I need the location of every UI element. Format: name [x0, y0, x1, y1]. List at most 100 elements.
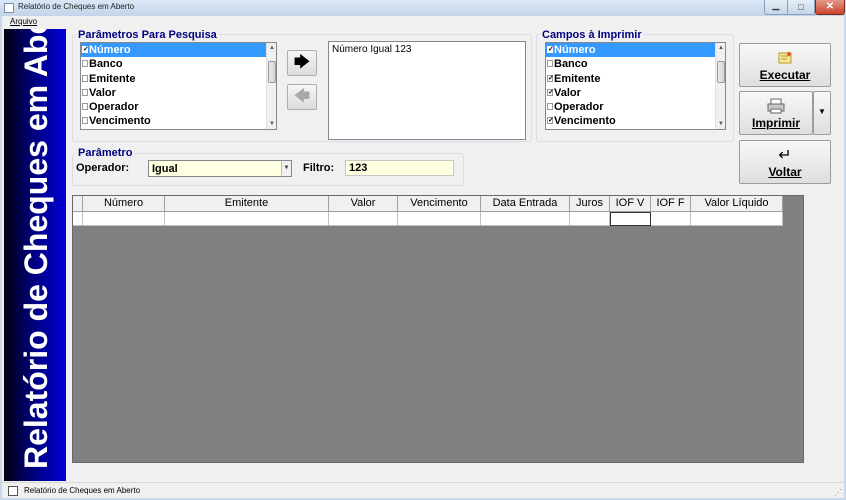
column-header-iof-v[interactable]: IOF V	[610, 196, 651, 212]
close-button[interactable]: ✕	[815, 0, 845, 15]
column-header-vencimento[interactable]: Vencimento	[398, 196, 481, 212]
column-header-iof-f[interactable]: IOF F	[651, 196, 691, 212]
list-item-label: Emitente	[89, 72, 136, 85]
parametro-title: Parâmetro	[76, 147, 135, 159]
search-params-scrollbar[interactable]: ▲ ▼	[266, 43, 276, 129]
imprimir-label: Imprimir	[751, 116, 800, 130]
list-item[interactable]: Emitente	[546, 72, 725, 86]
table-cell[interactable]	[73, 212, 83, 226]
operador-select[interactable]: Igual ▼	[148, 160, 292, 177]
filtro-input[interactable]: 123	[345, 160, 454, 176]
executar-button[interactable]: Executar	[739, 43, 831, 87]
printer-icon	[740, 98, 812, 117]
window-icon	[4, 3, 14, 13]
table-cell[interactable]	[329, 212, 398, 226]
menu-bar: Arquivo	[2, 16, 844, 28]
document-icon	[8, 486, 18, 496]
scroll-up-icon[interactable]: ▲	[716, 43, 725, 53]
table-cell[interactable]	[570, 212, 610, 226]
scroll-thumb[interactable]	[268, 61, 276, 83]
resize-grip-icon[interactable]: ⋰	[834, 488, 842, 497]
list-item[interactable]: Número	[546, 43, 725, 58]
list-item-label: Vencimento	[89, 115, 151, 128]
print-fields-scrollbar[interactable]: ▲ ▼	[715, 43, 725, 129]
chevron-down-icon: ▼	[818, 107, 826, 116]
arrow-right-icon: 🡆	[293, 54, 311, 71]
list-item-label: Valor	[554, 86, 581, 99]
list-item[interactable]: Vencimento	[81, 114, 276, 128]
list-item-label: Número	[89, 44, 131, 56]
table-cell[interactable]	[691, 212, 783, 226]
imprimir-button[interactable]: Imprimir	[739, 91, 813, 135]
list-item[interactable]: Valor	[81, 86, 276, 100]
checkbox[interactable]	[547, 88, 553, 96]
list-item-label: Operador	[554, 101, 604, 114]
filtro-label: Filtro:	[303, 162, 335, 174]
scroll-down-icon[interactable]: ▼	[267, 119, 276, 129]
list-item-label: Operador	[89, 101, 139, 114]
criteria-box[interactable]: Número Igual 123	[328, 41, 526, 140]
checkbox[interactable]	[547, 117, 553, 125]
list-item[interactable]: Operador	[546, 100, 725, 114]
scroll-thumb[interactable]	[717, 61, 725, 83]
voltar-label: Voltar	[768, 165, 802, 179]
table-cell[interactable]	[610, 212, 651, 226]
results-grid[interactable]: Número Emitente Valor Vencimento Data En…	[72, 195, 804, 463]
list-item[interactable]: Número	[81, 43, 276, 58]
criteria-text: Número Igual 123	[332, 44, 412, 55]
checkbox[interactable]	[547, 46, 553, 53]
maximize-button[interactable]: □	[788, 0, 815, 15]
chevron-down-icon[interactable]: ▼	[281, 161, 291, 176]
list-item[interactable]: Banco	[81, 57, 276, 71]
remove-param-button[interactable]: 🡄	[287, 84, 317, 110]
checkbox[interactable]	[547, 74, 553, 82]
checkbox[interactable]	[82, 88, 88, 96]
checkbox[interactable]	[547, 60, 553, 68]
menu-arquivo[interactable]: Arquivo	[10, 17, 37, 26]
table-cell[interactable]	[83, 212, 165, 226]
minimize-button[interactable]: ▁	[764, 0, 788, 15]
column-header-numero[interactable]: Número	[83, 196, 165, 212]
checkbox[interactable]	[82, 74, 88, 82]
checkbox[interactable]	[82, 60, 88, 68]
column-header-juros[interactable]: Juros	[570, 196, 610, 212]
checkbox[interactable]	[547, 103, 553, 111]
list-item-label: Banco	[89, 58, 123, 71]
column-header-emitente[interactable]: Emitente	[165, 196, 329, 212]
sidebar-banner: Relatório de Cheques em Aberto	[4, 29, 66, 481]
list-item-label: Valor	[89, 86, 116, 99]
checkbox[interactable]	[82, 46, 88, 53]
imprimir-dropdown-button[interactable]: ▼	[813, 91, 831, 135]
column-header-valor-liquido[interactable]: Valor Líquido	[691, 196, 783, 212]
table-cell[interactable]	[165, 212, 329, 226]
print-fields-list[interactable]: Número BancoEmitenteValor OperadorVencimen…	[545, 42, 726, 130]
checkbox[interactable]	[82, 103, 88, 111]
table-cell[interactable]	[481, 212, 570, 226]
scroll-down-icon[interactable]: ▼	[716, 119, 725, 129]
list-item[interactable]: Vencimento	[546, 114, 725, 128]
status-bar: Relatório de Cheques em Aberto ⋰	[2, 482, 844, 498]
search-params-title: Parâmetros Para Pesquisa	[76, 29, 219, 41]
voltar-button[interactable]: ↵ Voltar	[739, 140, 831, 184]
list-item[interactable]: Operador	[81, 100, 276, 114]
sidebar-title: Relatório de Cheques em Aberto	[18, 29, 54, 469]
list-item[interactable]: Emitente	[81, 72, 276, 86]
app-window: Relatório de Cheques em Aberto ▁ □ ✕ Arq…	[0, 0, 846, 500]
print-fields-title: Campos à Imprimir	[540, 29, 644, 41]
list-item-label: Número	[554, 44, 596, 56]
list-item-label: Vencimento	[554, 115, 616, 128]
scroll-up-icon[interactable]: ▲	[267, 43, 276, 53]
table-cell[interactable]	[651, 212, 691, 226]
add-param-button[interactable]: 🡆	[287, 50, 317, 76]
table-row[interactable]	[73, 212, 783, 226]
column-header-data-entrada[interactable]: Data Entrada	[481, 196, 570, 212]
checkbox[interactable]	[82, 117, 88, 125]
grid-header: Número Emitente Valor Vencimento Data En…	[73, 196, 783, 212]
return-arrow-icon: ↵	[778, 147, 792, 164]
search-params-list[interactable]: Número BancoEmitenteValor OperadorVencimen…	[80, 42, 277, 130]
operador-value: Igual	[152, 163, 178, 175]
column-header-valor[interactable]: Valor	[329, 196, 398, 212]
list-item[interactable]: Valor	[546, 86, 725, 100]
list-item[interactable]: Banco	[546, 57, 725, 71]
table-cell[interactable]	[398, 212, 481, 226]
